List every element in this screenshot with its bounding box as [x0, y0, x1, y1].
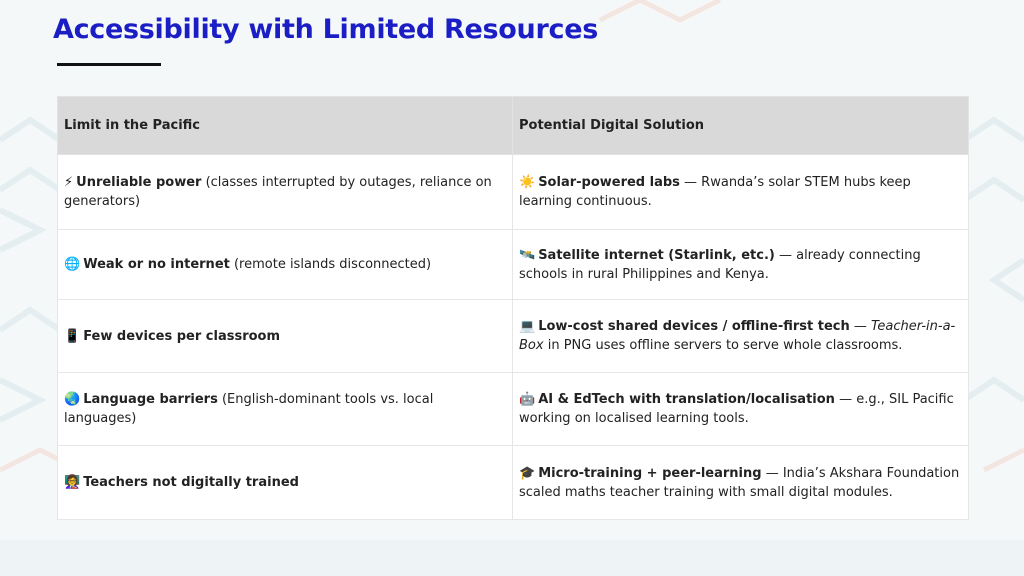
- solution-cell: ☀️ Solar-powered labs — Rwanda’s solar ST…: [512, 154, 969, 230]
- column-header-solution: Potential Digital Solution: [512, 96, 969, 155]
- globe-icon: 🌐: [64, 257, 81, 272]
- limit-title: Weak or no internet: [83, 257, 230, 272]
- solution-dash: —: [849, 319, 872, 334]
- limit-title: Few devices per classroom: [83, 328, 281, 344]
- earth-icon: 🌏: [64, 392, 81, 407]
- comparison-table: Limit in the Pacific Potential Digital S…: [57, 96, 969, 520]
- solution-title: Micro-training + peer-learning: [538, 465, 762, 481]
- solution-title: Low-cost shared devices / offline-first …: [538, 319, 850, 334]
- solution-cell: 🤖 AI & EdTech with translation/localisati…: [512, 372, 969, 446]
- limit-title: Unreliable power: [76, 175, 202, 190]
- limit-cell: 🌏 Language barriers (English-dominant too…: [57, 372, 513, 446]
- solution-detail: in PNG uses offline servers to serve who…: [543, 338, 903, 353]
- table-row: 👩‍🏫 Teachers not digitally trained 🎓 Micro…: [57, 445, 969, 520]
- solution-cell: 🎓 Micro-training + peer-learning — India’…: [512, 445, 969, 520]
- table-header-row: Limit in the Pacific Potential Digital S…: [57, 96, 969, 155]
- phone-icon: 📱: [64, 328, 81, 344]
- laptop-icon: 💻: [519, 319, 536, 334]
- table-row: 🌐 Weak or no internet (remote islands dis…: [57, 229, 969, 300]
- lightning-icon: ⚡: [64, 175, 74, 190]
- table-row: ⚡ Unreliable power (classes interrupted b…: [57, 154, 969, 230]
- solution-title: AI & EdTech with translation/localisatio…: [538, 392, 835, 407]
- limit-title: Language barriers: [83, 392, 218, 407]
- column-header-limit: Limit in the Pacific: [57, 96, 513, 155]
- satellite-icon: 🛰️: [519, 247, 536, 263]
- limit-detail: (remote islands disconnected): [229, 257, 432, 272]
- table-row: 📱 Few devices per classroom 💻 Low-cost sha…: [57, 299, 969, 373]
- solution-title: Satellite internet (Starlink, etc.): [538, 247, 775, 263]
- sun-icon: ☀️: [519, 175, 536, 190]
- page-title: Accessibility with Limited Resources: [53, 14, 598, 45]
- table-row: 🌏 Language barriers (English-dominant too…: [57, 372, 969, 446]
- teacher-icon: 👩‍🏫: [64, 475, 81, 490]
- title-underline: [57, 63, 161, 66]
- robot-icon: 🤖: [519, 392, 536, 407]
- limit-title: Teachers not digitally trained: [83, 475, 299, 490]
- solution-cell: 🛰️ Satellite internet (Starlink, etc.) — …: [512, 229, 969, 300]
- limit-cell: ⚡ Unreliable power (classes interrupted b…: [57, 154, 513, 230]
- solution-title: Solar-powered labs: [538, 175, 680, 190]
- graduation-cap-icon: 🎓: [519, 465, 536, 481]
- limit-cell: 🌐 Weak or no internet (remote islands dis…: [57, 229, 513, 300]
- limit-cell: 📱 Few devices per classroom: [57, 299, 513, 373]
- solution-cell: 💻 Low-cost shared devices / offline-first…: [512, 299, 969, 373]
- limit-cell: 👩‍🏫 Teachers not digitally trained: [57, 445, 513, 520]
